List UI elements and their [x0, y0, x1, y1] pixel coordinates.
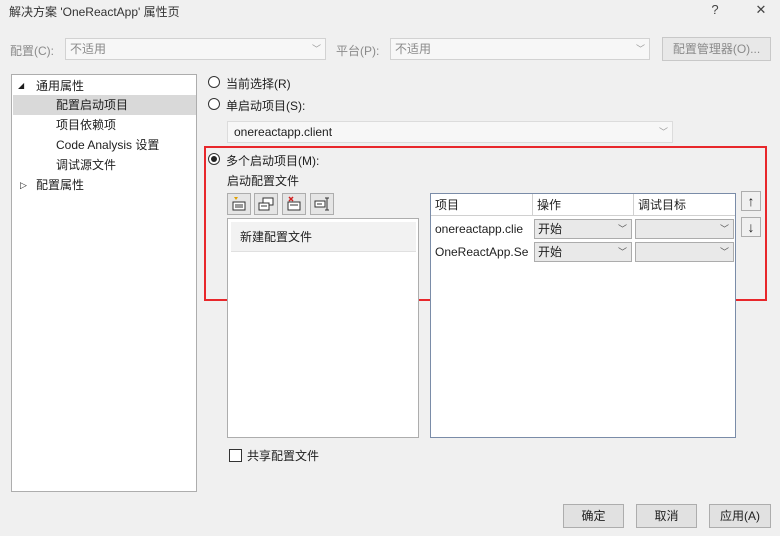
- tree-item-label: 配置启动项目: [56, 98, 129, 112]
- share-profile-checkbox[interactable]: [229, 449, 242, 462]
- grid-header: [431, 194, 735, 216]
- rename-profile-icon: [314, 197, 329, 211]
- expanded-arrow-icon[interactable]: ◢: [18, 76, 24, 96]
- tree-item-debug-source[interactable]: 调试源文件: [56, 155, 116, 175]
- list-item-new-profile[interactable]: 新建配置文件: [231, 222, 416, 252]
- copy-profile-icon: [258, 197, 274, 211]
- radio-single-startup[interactable]: [208, 98, 220, 110]
- property-tree: ◢ 通用属性 配置启动项目 项目依赖项 Code Analysis 设置 调试源…: [11, 74, 197, 492]
- radio-multiple-startup-label: 多个启动项目(M):: [226, 154, 320, 168]
- grid-header-action: 操作: [537, 198, 562, 212]
- platform-select[interactable]: 不适用 ﹀: [390, 38, 650, 60]
- arrow-up-icon: ↑: [747, 193, 755, 209]
- collapsed-arrow-icon[interactable]: ▷: [20, 175, 27, 195]
- help-button[interactable]: ?: [701, 0, 729, 20]
- radio-multiple-startup[interactable]: [208, 153, 220, 165]
- config-manager-button[interactable]: 配置管理器(O)...: [662, 37, 771, 61]
- tree-node-config-props[interactable]: 配置属性: [36, 175, 84, 195]
- add-profile-icon: [232, 197, 246, 211]
- config-label: 配置(C):: [10, 44, 54, 58]
- copy-profile-button[interactable]: [254, 193, 278, 215]
- config-select[interactable]: 不适用 ﹀: [65, 38, 326, 60]
- grid-row-target-select[interactable]: ﹀: [635, 242, 734, 262]
- tree-item-dependencies[interactable]: 项目依赖项: [56, 115, 116, 135]
- chevron-down-icon: ﹀: [658, 127, 668, 137]
- chevron-down-icon: ﹀: [635, 44, 645, 54]
- tree-node-common[interactable]: 通用属性: [36, 76, 84, 96]
- move-down-button[interactable]: ↓: [741, 217, 761, 237]
- grid-divider: [633, 194, 634, 216]
- chevron-down-icon: ﹀: [617, 224, 627, 234]
- add-profile-button[interactable]: [227, 193, 251, 215]
- tree-item-code-analysis[interactable]: Code Analysis 设置: [56, 135, 159, 155]
- config-select-value: 不适用: [70, 42, 107, 56]
- delete-profile-button[interactable]: [282, 193, 306, 215]
- chevron-down-icon: ﹀: [311, 44, 321, 54]
- window-title: 解决方案 'OneReactApp' 属性页: [9, 5, 180, 19]
- project-grid: 项目 操作 调试目标 onereactapp.clie 开始 ﹀ ﹀ OneRe…: [430, 193, 736, 438]
- arrow-down-icon: ↓: [747, 219, 755, 235]
- grid-header-project: 项目: [435, 198, 460, 212]
- tree-item-startup-project[interactable]: 配置启动项目: [13, 95, 196, 115]
- apply-button[interactable]: 应用(A): [709, 504, 771, 528]
- radio-current-selection-label: 当前选择(R): [226, 77, 291, 91]
- grid-divider: [532, 194, 533, 216]
- profile-list[interactable]: 新建配置文件: [227, 218, 419, 438]
- move-up-button[interactable]: ↑: [741, 191, 761, 211]
- platform-select-value: 不适用: [395, 42, 432, 56]
- chevron-down-icon: ﹀: [719, 224, 729, 234]
- profile-label: 启动配置文件: [227, 174, 300, 188]
- grid-row-action-value: 开始: [538, 245, 563, 259]
- radio-current-selection[interactable]: [208, 76, 220, 88]
- cancel-button[interactable]: 取消: [636, 504, 697, 528]
- ok-button[interactable]: 确定: [563, 504, 624, 528]
- grid-row-action-select[interactable]: 开始 ﹀: [534, 242, 632, 262]
- grid-row-action-select[interactable]: 开始 ﹀: [534, 219, 632, 239]
- grid-row-project: OneReactApp.Se: [435, 245, 529, 259]
- delete-profile-icon: [287, 196, 301, 211]
- close-button[interactable]: ✕: [747, 0, 775, 20]
- chevron-down-icon: ﹀: [719, 247, 729, 257]
- share-profile-label: 共享配置文件: [247, 449, 320, 463]
- single-startup-value: onereactapp.client: [234, 125, 333, 139]
- rename-profile-button[interactable]: [310, 193, 334, 215]
- single-startup-select[interactable]: onereactapp.client ﹀: [227, 121, 673, 143]
- chevron-down-icon: ﹀: [617, 247, 627, 257]
- grid-row-action-value: 开始: [538, 222, 563, 236]
- platform-label: 平台(P):: [336, 44, 380, 58]
- grid-row-project: onereactapp.clie: [435, 222, 524, 236]
- grid-row-target-select[interactable]: ﹀: [635, 219, 734, 239]
- radio-single-startup-label: 单启动项目(S):: [226, 99, 306, 113]
- grid-header-debug-target: 调试目标: [638, 198, 687, 212]
